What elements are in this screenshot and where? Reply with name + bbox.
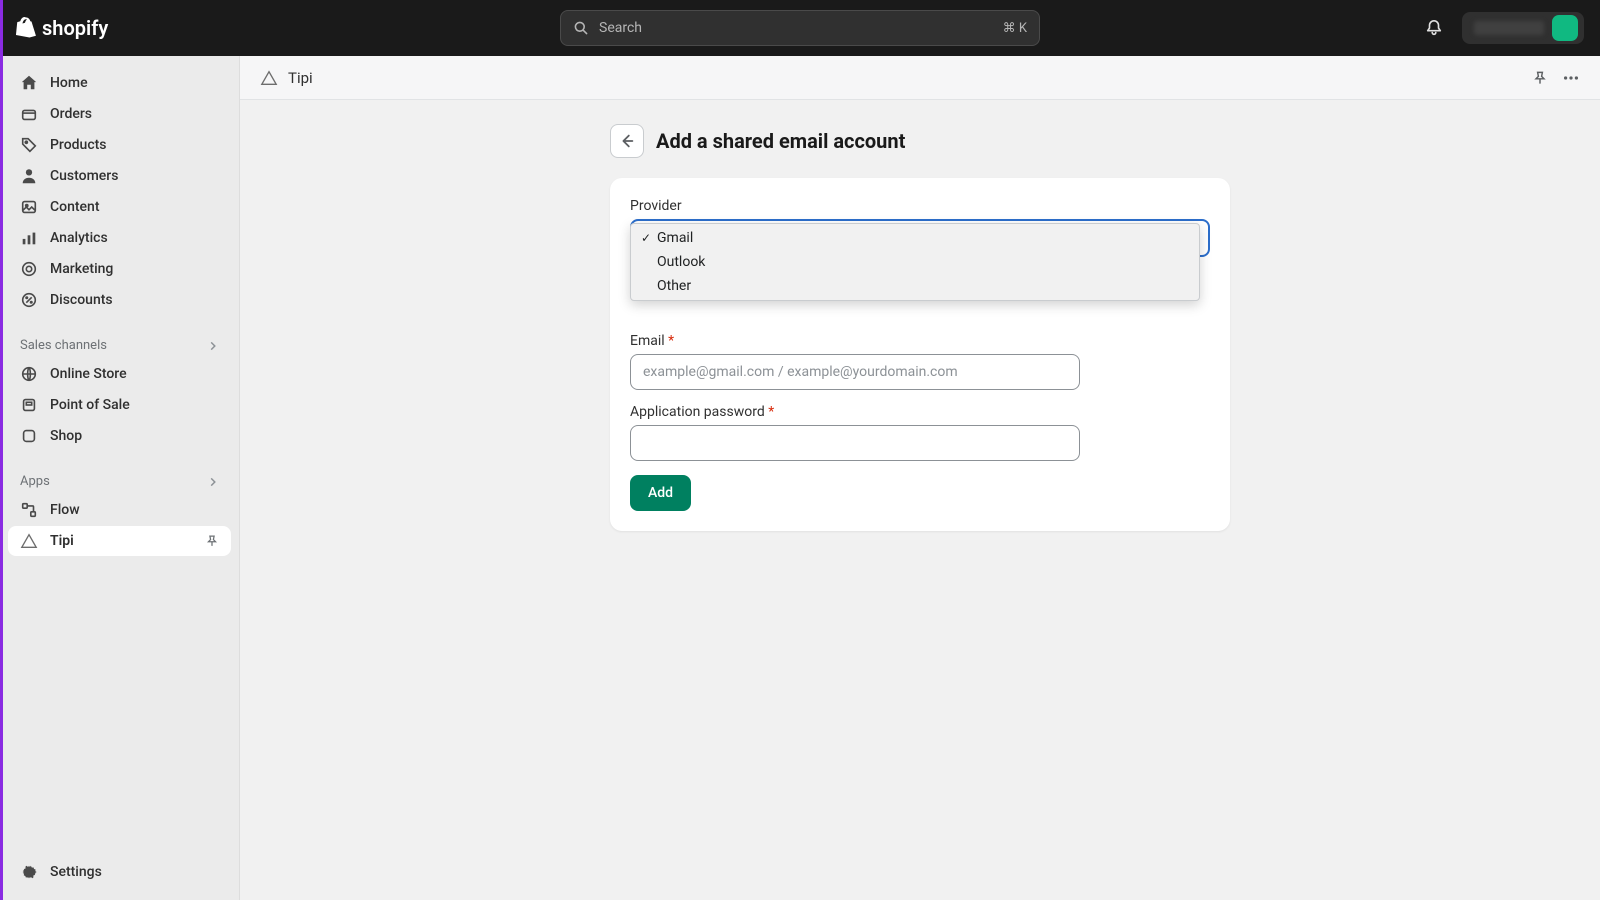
- home-icon: [20, 74, 38, 92]
- person-icon: [20, 167, 38, 185]
- sidebar-section-label: Sales channels: [20, 338, 107, 353]
- chevron-right-icon: [207, 476, 219, 488]
- search-placeholder: Search: [599, 20, 993, 36]
- flow-icon: [20, 501, 38, 519]
- brand-logo[interactable]: shopify: [16, 16, 108, 40]
- sidebar-section-label: Apps: [20, 474, 50, 489]
- app-header-title: Tipi: [288, 69, 313, 87]
- user-menu[interactable]: [1462, 12, 1584, 44]
- sidebar-item-label: Marketing: [50, 261, 113, 277]
- sidebar-item-home[interactable]: Home: [8, 68, 231, 98]
- password-label: Application password *: [630, 404, 1210, 420]
- page-title: Add a shared email account: [656, 129, 905, 153]
- sidebar-section-apps[interactable]: Apps: [8, 464, 231, 495]
- search-shortcut: ⌘ K: [1003, 21, 1027, 36]
- sidebar-item-tipi[interactable]: Tipi: [8, 526, 231, 556]
- sidebar-item-label: Flow: [50, 502, 80, 518]
- sidebar-item-label: Settings: [50, 864, 102, 880]
- required-marker: *: [768, 404, 774, 420]
- sidebar-item-label: Online Store: [50, 366, 127, 382]
- sidebar-section-sales-channels[interactable]: Sales channels: [8, 328, 231, 359]
- sidebar-item-orders[interactable]: Orders: [8, 99, 231, 129]
- sidebar-item-label: Home: [50, 75, 88, 91]
- triangle-warning-icon: [20, 532, 38, 550]
- bell-icon: [1425, 19, 1443, 37]
- pos-icon: [20, 396, 38, 414]
- triangle-warning-icon: [260, 69, 278, 87]
- search-icon: [573, 20, 589, 36]
- store-icon: [20, 365, 38, 383]
- back-button[interactable]: [610, 124, 644, 158]
- sidebar-item-shop[interactable]: Shop: [8, 421, 231, 451]
- email-label: Email *: [630, 333, 1210, 349]
- more-button[interactable]: [1562, 69, 1580, 87]
- required-marker: *: [668, 333, 674, 349]
- sidebar-item-label: Discounts: [50, 292, 113, 308]
- shopify-bag-icon: [16, 17, 36, 39]
- tag-icon: [20, 136, 38, 154]
- option-label: Outlook: [657, 254, 705, 270]
- option-label: Gmail: [657, 230, 693, 246]
- provider-label: Provider: [630, 198, 1210, 214]
- sidebar-item-label: Shop: [50, 428, 82, 444]
- email-input[interactable]: [630, 354, 1080, 390]
- chart-icon: [20, 229, 38, 247]
- target-icon: [20, 260, 38, 278]
- sidebar-item-content[interactable]: Content: [8, 192, 231, 222]
- image-icon: [20, 198, 38, 216]
- notifications-button[interactable]: [1418, 12, 1450, 44]
- main-content: Add a shared email account Provider ✓ Gm…: [240, 100, 1600, 900]
- pin-button[interactable]: [1532, 70, 1548, 86]
- provider-option-gmail[interactable]: ✓ Gmail: [631, 226, 1199, 250]
- sidebar-item-label: Content: [50, 199, 100, 215]
- provider-dropdown: ✓ Gmail Outlook Other: [630, 223, 1200, 301]
- sidebar-item-label: Products: [50, 137, 107, 153]
- window-accent-bar: [0, 0, 3, 900]
- sidebar-item-analytics[interactable]: Analytics: [8, 223, 231, 253]
- user-name-obscured: [1474, 21, 1544, 35]
- chevron-right-icon: [207, 340, 219, 352]
- sidebar-item-point-of-sale[interactable]: Point of Sale: [8, 390, 231, 420]
- global-search[interactable]: Search ⌘ K: [560, 10, 1040, 46]
- sidebar-item-marketing[interactable]: Marketing: [8, 254, 231, 284]
- shop-icon: [20, 427, 38, 445]
- sidebar-item-label: Tipi: [50, 533, 74, 549]
- sidebar-item-label: Analytics: [50, 230, 108, 246]
- sidebar-item-products[interactable]: Products: [8, 130, 231, 160]
- app-header: Tipi: [240, 56, 1600, 100]
- sidebar: Home Orders Products Customers Content A…: [0, 56, 240, 900]
- sidebar-item-settings[interactable]: Settings: [8, 857, 231, 887]
- sidebar-item-flow[interactable]: Flow: [8, 495, 231, 525]
- check-icon: ✓: [639, 231, 653, 245]
- arrow-left-icon: [618, 132, 636, 150]
- add-button[interactable]: Add: [630, 475, 691, 511]
- sidebar-item-label: Point of Sale: [50, 397, 130, 413]
- provider-option-outlook[interactable]: Outlook: [631, 250, 1199, 274]
- sidebar-item-online-store[interactable]: Online Store: [8, 359, 231, 389]
- orders-icon: [20, 105, 38, 123]
- sidebar-item-customers[interactable]: Customers: [8, 161, 231, 191]
- provider-option-other[interactable]: Other: [631, 274, 1199, 298]
- sidebar-item-label: Customers: [50, 168, 118, 184]
- topbar: shopify Search ⌘ K: [0, 0, 1600, 56]
- form-card: Provider ✓ Gmail Outlook: [610, 178, 1230, 531]
- password-input[interactable]: [630, 425, 1080, 461]
- sidebar-item-label: Orders: [50, 106, 92, 122]
- option-label: Other: [657, 278, 691, 294]
- brand-name: shopify: [42, 16, 108, 40]
- gear-icon: [20, 863, 38, 881]
- discount-icon: [20, 291, 38, 309]
- sidebar-item-discounts[interactable]: Discounts: [8, 285, 231, 315]
- pin-icon[interactable]: [205, 534, 219, 548]
- avatar: [1552, 15, 1578, 41]
